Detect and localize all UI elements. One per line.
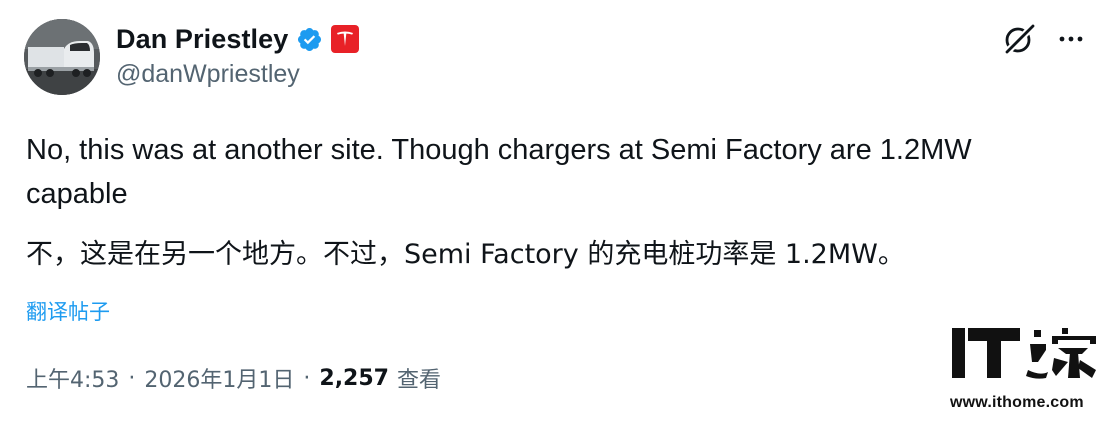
meta-separator: · bbox=[303, 365, 311, 391]
tweet-text-chinese: 不，这是在另一个地方。不过，Semi Factory 的充电桩功率是 1.2MW… bbox=[26, 239, 905, 270]
author-name-row: Dan Priestley bbox=[116, 22, 360, 56]
grok-icon[interactable] bbox=[1000, 20, 1038, 58]
translate-post-link[interactable]: 翻译帖子 bbox=[26, 296, 110, 326]
avatar[interactable] bbox=[24, 19, 100, 95]
tweet-time[interactable]: 上午4:53 bbox=[26, 362, 119, 394]
ithome-logo-icon bbox=[952, 328, 1096, 379]
views-count: 2,257 bbox=[319, 365, 389, 391]
views-label: 查看 bbox=[396, 368, 441, 393]
ithome-watermark: www.ithome.com bbox=[950, 322, 1100, 417]
tweet-text-english: No, this was at another site. Though cha… bbox=[26, 134, 972, 210]
meta-separator: · bbox=[128, 365, 136, 391]
tesla-logo-icon[interactable] bbox=[331, 25, 360, 53]
semi-truck-photo bbox=[24, 19, 100, 95]
tweet-meta: 上午4:53 · 2026年1月1日 · 2,257 查看 bbox=[26, 362, 441, 394]
tweet-card: Dan Priestley @danWpriestley No, this wa… bbox=[0, 0, 1115, 425]
tweet-date[interactable]: 2026年1月1日 bbox=[144, 362, 294, 394]
more-options-icon[interactable] bbox=[1056, 24, 1086, 54]
author-display-name[interactable]: Dan Priestley bbox=[116, 24, 288, 55]
verified-badge-icon[interactable] bbox=[296, 26, 323, 53]
ithome-url: www.ithome.com bbox=[950, 394, 1084, 411]
author-handle[interactable]: @danWpriestley bbox=[116, 60, 300, 89]
